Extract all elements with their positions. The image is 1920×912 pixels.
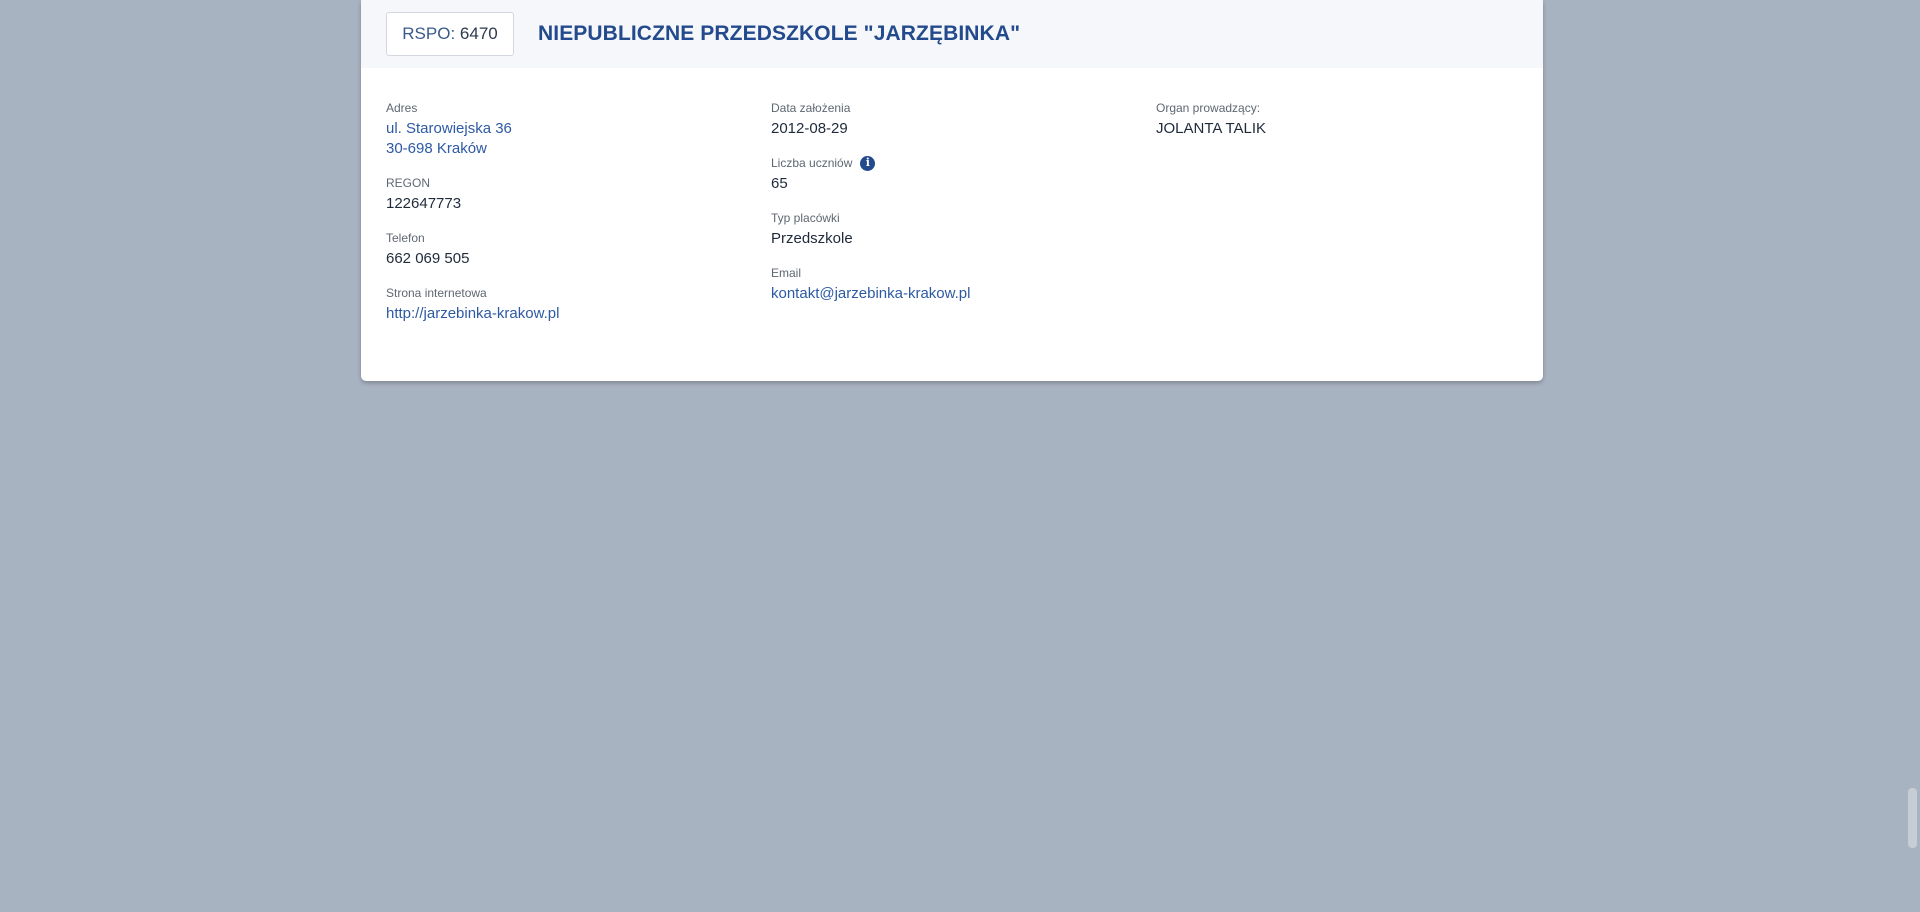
details-column-2: Data założenia 2012-08-29 Liczba uczniów… [771, 100, 1131, 320]
address-line-1: ul. Starowiejska 36 [386, 120, 512, 137]
address-line-2: 30-698 Kraków [386, 140, 487, 157]
type-value: Przedszkole [771, 230, 853, 247]
phone-field: Telefon 662 069 505 [386, 230, 746, 269]
rspo-badge: RSPO: 6470 [386, 12, 514, 56]
email-label: Email [771, 266, 802, 280]
address-field: Adres ul. Starowiejska 36 30-698 Kraków [386, 100, 746, 159]
founded-value: 2012-08-29 [771, 120, 848, 137]
address-label: Adres [386, 101, 418, 115]
organ-value: JOLANTA TALIK [1156, 120, 1267, 137]
school-name: NIEPUBLICZNE PRZEDSZKOLE "JARZĘBINKA" [538, 22, 1021, 45]
email-link[interactable]: kontakt@jarzebinka-krakow.pl [771, 284, 1131, 304]
details-column-3: Organ prowadzący: JOLANTA TALIK [1156, 100, 1516, 155]
type-field: Typ placówki Przedszkole [771, 210, 1131, 249]
type-label: Typ placówki [771, 211, 840, 225]
details-column-1: Adres ul. Starowiejska 36 30-698 Kraków … [386, 100, 746, 340]
scrollbar-thumb[interactable] [1908, 788, 1917, 848]
school-card: RSPO: 6470 NIEPUBLICZNE PRZEDSZKOLE "JAR… [361, 0, 1543, 381]
students-label: Liczba uczniów [771, 156, 853, 170]
organ-field: Organ prowadzący: JOLANTA TALIK [1156, 100, 1516, 139]
rspo-label: RSPO: [402, 24, 456, 43]
website-field: Strona internetowa http://jarzebinka-kra… [386, 285, 746, 324]
phone-value: 662 069 505 [386, 250, 470, 267]
founded-label: Data założenia [771, 101, 851, 115]
regon-field: REGON 122647773 [386, 175, 746, 214]
rspo-value: 6470 [459, 24, 498, 43]
regon-label: REGON [386, 176, 431, 190]
students-value: 65 [771, 175, 788, 192]
students-label-row: Liczba uczniów i [771, 155, 1131, 171]
address-link[interactable]: ul. Starowiejska 36 30-698 Kraków [386, 119, 746, 159]
card-header: RSPO: 6470 NIEPUBLICZNE PRZEDSZKOLE "JAR… [361, 0, 1543, 68]
website-link[interactable]: http://jarzebinka-krakow.pl [386, 304, 746, 324]
regon-value: 122647773 [386, 195, 462, 212]
email-field: Email kontakt@jarzebinka-krakow.pl [771, 265, 1131, 304]
info-icon[interactable]: i [860, 155, 876, 171]
organ-label: Organ prowadzący: [1156, 101, 1261, 115]
website-label: Strona internetowa [386, 286, 487, 300]
students-field: Liczba uczniów i 65 [771, 155, 1131, 194]
phone-label: Telefon [386, 231, 425, 245]
founded-field: Data założenia 2012-08-29 [771, 100, 1131, 139]
vertical-scrollbar[interactable] [1904, 0, 1920, 912]
